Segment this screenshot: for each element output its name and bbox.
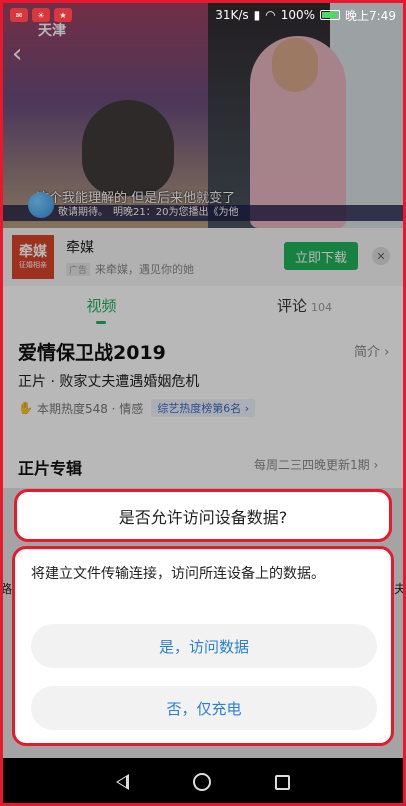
dialog-title: 是否允许访问设备数据? — [14, 489, 392, 542]
network-speed: 31K/s — [215, 8, 249, 22]
wifi-icon: ◠ — [265, 8, 276, 22]
nav-home-icon[interactable] — [193, 773, 211, 791]
notification-app-icon: ★ — [54, 8, 72, 22]
nav-back-icon[interactable] — [116, 774, 129, 790]
status-bar: ✉ ☀ ★ 31K/s ▮ ◠ 100% 晚上7:49 — [0, 0, 406, 30]
allow-data-access-button[interactable]: 是，访问数据 — [31, 624, 377, 668]
dialog-message: 将建立文件传输连接，访问所连设备上的数据。 — [31, 566, 325, 582]
usb-permission-dialog: 将建立文件传输连接，访问所连设备上的数据。 是，访问数据 否，仅充电 — [12, 546, 394, 746]
battery-percent: 100% — [280, 8, 316, 22]
clock: 晚上7:49 — [345, 8, 396, 23]
notification-app-icon: ☀ — [32, 8, 50, 22]
signal-icon: ▮ — [253, 8, 261, 22]
battery-icon — [320, 10, 341, 20]
charge-only-button[interactable]: 否，仅充电 — [31, 686, 377, 730]
nav-recent-apps-icon[interactable] — [275, 774, 290, 790]
navigation-bar — [0, 758, 406, 806]
notification-app-icon: ✉ — [10, 8, 28, 22]
